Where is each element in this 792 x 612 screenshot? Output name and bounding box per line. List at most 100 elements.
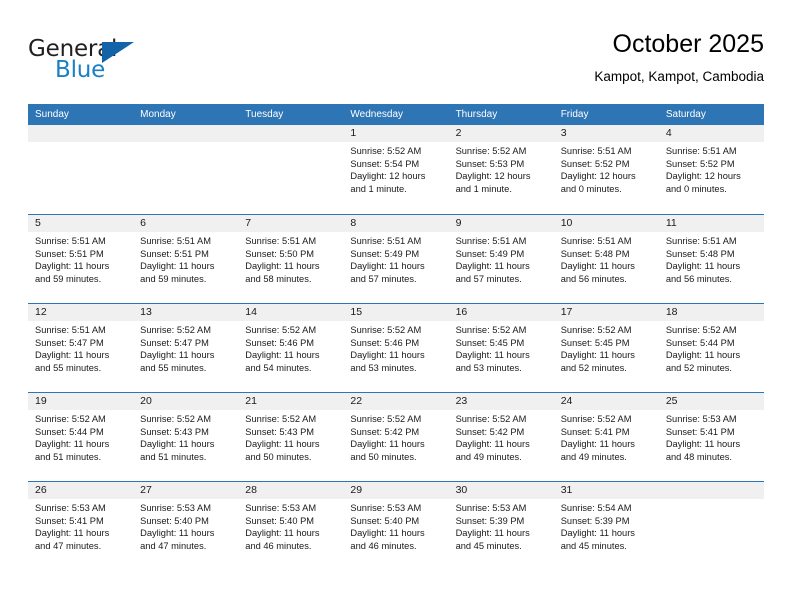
- day-cell-27[interactable]: 27 Sunrise: 5:53 AM Sunset: 5:40 PM Dayligh…: [133, 482, 239, 570]
- day-cell-9[interactable]: 9 Sunrise: 5:51 AM Sunset: 5:49 PM Daylight…: [448, 215, 554, 303]
- daylight-duration-line2: and 56 minutes.: [560, 273, 627, 284]
- daylight-duration-line2: and 55 minutes.: [35, 362, 102, 373]
- sunrise-time: Sunrise: 5:51 AM: [350, 236, 422, 246]
- sunrise-time: Sunrise: 5:52 AM: [350, 146, 422, 156]
- day-cell-29[interactable]: 29 Sunrise: 5:53 AM Sunset: 5:40 PM Dayligh…: [343, 482, 449, 570]
- day-number: 25: [658, 393, 764, 410]
- sunset-time: Sunset: 5:46 PM: [350, 337, 420, 348]
- day-sun-info: Sunrise: 5:53 AM Sunset: 5:41 PM Daylight:…: [659, 410, 764, 463]
- daylight-duration-line1: Daylight: 11 hours: [455, 528, 530, 539]
- day-number: 28: [238, 482, 344, 499]
- sunrise-time: Sunrise: 5:52 AM: [455, 146, 527, 156]
- daylight-duration-line1: Daylight: 11 hours: [560, 350, 635, 361]
- day-sun-info: Sunrise: 5:51 AM Sunset: 5:52 PM Daylight:…: [659, 142, 764, 195]
- day-cell-4[interactable]: 4 Sunrise: 5:51 AM Sunset: 5:52 PM Daylight…: [658, 125, 764, 214]
- day-sun-info: Sunrise: 5:52 AM Sunset: 5:47 PM Daylight:…: [133, 321, 238, 374]
- day-sun-info: Sunrise: 5:52 AM Sunset: 5:43 PM Daylight:…: [133, 410, 238, 463]
- sunset-time: Sunset: 5:39 PM: [560, 515, 630, 526]
- day-number: 8: [343, 215, 449, 232]
- sunrise-time: Sunrise: 5:53 AM: [665, 414, 737, 424]
- day-sun-info: Sunrise: 5:52 AM Sunset: 5:42 PM Daylight:…: [449, 410, 554, 463]
- day-cell-11[interactable]: 11 Sunrise: 5:51 AM Sunset: 5:48 PM Dayligh…: [658, 215, 764, 303]
- day-cell-15[interactable]: 15 Sunrise: 5:52 AM Sunset: 5:46 PM Dayligh…: [343, 304, 449, 392]
- day-cell-14[interactable]: 14 Sunrise: 5:52 AM Sunset: 5:46 PM Dayligh…: [238, 304, 344, 392]
- weekday-header-tuesday: Tuesday: [245, 109, 284, 120]
- day-cell-8[interactable]: 8 Sunrise: 5:51 AM Sunset: 5:49 PM Daylight…: [343, 215, 449, 303]
- day-sun-info: Sunrise: 5:51 AM Sunset: 5:49 PM Daylight:…: [449, 232, 554, 285]
- day-cell-1[interactable]: 1 Sunrise: 5:52 AM Sunset: 5:54 PM Daylight…: [343, 125, 449, 214]
- daylight-duration-line2: and 45 minutes.: [560, 540, 627, 551]
- daylight-duration-line1: Daylight: 11 hours: [560, 261, 635, 272]
- day-cell-17[interactable]: 17 Sunrise: 5:52 AM Sunset: 5:45 PM Dayligh…: [553, 304, 659, 392]
- daylight-duration-line2: and 54 minutes.: [245, 362, 312, 373]
- day-cell-empty: [133, 125, 239, 214]
- daylight-duration-line2: and 49 minutes.: [455, 451, 522, 462]
- weekday-header-sunday: Sunday: [35, 109, 69, 120]
- day-cell-31[interactable]: 31 Sunrise: 5:54 AM Sunset: 5:39 PM Dayligh…: [553, 482, 659, 570]
- sunset-time: Sunset: 5:40 PM: [350, 515, 420, 526]
- weekday-header-monday: Monday: [140, 109, 176, 120]
- sunrise-time: Sunrise: 5:52 AM: [35, 414, 106, 424]
- day-cell-12[interactable]: 12 Sunrise: 5:51 AM Sunset: 5:47 PM Dayligh…: [28, 304, 134, 392]
- day-cell-23[interactable]: 23 Sunrise: 5:52 AM Sunset: 5:42 PM Dayligh…: [448, 393, 554, 481]
- day-number: [28, 125, 134, 142]
- daylight-duration-line1: Daylight: 11 hours: [245, 350, 320, 361]
- day-number: [658, 482, 764, 499]
- daylight-duration-line1: Daylight: 11 hours: [350, 350, 425, 361]
- calendar-week-row: 19 Sunrise: 5:52 AM Sunset: 5:44 PM Dayligh…: [28, 392, 764, 481]
- sunrise-time: Sunrise: 5:52 AM: [350, 414, 422, 424]
- daylight-duration-line1: Daylight: 11 hours: [350, 528, 425, 539]
- day-sun-info: Sunrise: 5:52 AM Sunset: 5:43 PM Daylight:…: [238, 410, 343, 463]
- location-subtitle: Kampot, Kampot, Cambodia: [594, 69, 764, 84]
- day-number: 20: [133, 393, 239, 410]
- day-number: 13: [133, 304, 239, 321]
- day-cell-16[interactable]: 16 Sunrise: 5:52 AM Sunset: 5:45 PM Dayligh…: [448, 304, 554, 392]
- sunset-time: Sunset: 5:44 PM: [665, 337, 735, 348]
- day-number: 29: [343, 482, 449, 499]
- sunset-time: Sunset: 5:41 PM: [35, 515, 104, 526]
- daylight-duration-line2: and 50 minutes.: [350, 451, 417, 462]
- daylight-duration-line1: Daylight: 11 hours: [245, 439, 320, 450]
- sunset-time: Sunset: 5:40 PM: [245, 515, 315, 526]
- day-cell-5[interactable]: 5 Sunrise: 5:51 AM Sunset: 5:51 PM Daylight…: [28, 215, 134, 303]
- day-cell-22[interactable]: 22 Sunrise: 5:52 AM Sunset: 5:42 PM Dayligh…: [343, 393, 449, 481]
- day-number: 15: [343, 304, 449, 321]
- day-cell-30[interactable]: 30 Sunrise: 5:53 AM Sunset: 5:39 PM Dayligh…: [448, 482, 554, 570]
- daylight-duration-line2: and 52 minutes.: [560, 362, 627, 373]
- day-number: 2: [448, 125, 554, 142]
- daylight-duration-line2: and 53 minutes.: [350, 362, 417, 373]
- day-sun-info: Sunrise: 5:52 AM Sunset: 5:41 PM Daylight:…: [554, 410, 659, 463]
- sunrise-time: Sunrise: 5:53 AM: [140, 503, 211, 513]
- generalblue-logo[interactable]: General Blue: [28, 36, 148, 88]
- day-cell-21[interactable]: 21 Sunrise: 5:52 AM Sunset: 5:43 PM Dayligh…: [238, 393, 344, 481]
- page-title: October 2025: [612, 30, 765, 58]
- sunrise-time: Sunrise: 5:54 AM: [560, 503, 632, 513]
- day-cell-7[interactable]: 7 Sunrise: 5:51 AM Sunset: 5:50 PM Daylight…: [238, 215, 344, 303]
- day-cell-26[interactable]: 26 Sunrise: 5:53 AM Sunset: 5:41 PM Dayligh…: [28, 482, 134, 570]
- daylight-duration-line2: and 57 minutes.: [455, 273, 522, 284]
- day-cell-13[interactable]: 13 Sunrise: 5:52 AM Sunset: 5:47 PM Dayligh…: [133, 304, 239, 392]
- daylight-duration-line2: and 51 minutes.: [140, 451, 207, 462]
- calendar-weeks: 1 Sunrise: 5:52 AM Sunset: 5:54 PM Daylight…: [28, 125, 764, 570]
- day-cell-24[interactable]: 24 Sunrise: 5:52 AM Sunset: 5:41 PM Dayligh…: [553, 393, 659, 481]
- sunset-time: Sunset: 5:49 PM: [455, 248, 525, 259]
- sunrise-time: Sunrise: 5:51 AM: [35, 325, 106, 335]
- daylight-duration-line2: and 59 minutes.: [140, 273, 207, 284]
- sunrise-time: Sunrise: 5:51 AM: [35, 236, 106, 246]
- calendar-week-row: 12 Sunrise: 5:51 AM Sunset: 5:47 PM Dayligh…: [28, 303, 764, 392]
- day-cell-20[interactable]: 20 Sunrise: 5:52 AM Sunset: 5:43 PM Dayligh…: [133, 393, 239, 481]
- day-cell-19[interactable]: 19 Sunrise: 5:52 AM Sunset: 5:44 PM Dayligh…: [28, 393, 134, 481]
- sunrise-time: Sunrise: 5:51 AM: [140, 236, 211, 246]
- day-cell-28[interactable]: 28 Sunrise: 5:53 AM Sunset: 5:40 PM Dayligh…: [238, 482, 344, 570]
- day-cell-6[interactable]: 6 Sunrise: 5:51 AM Sunset: 5:51 PM Daylight…: [133, 215, 239, 303]
- day-number: 9: [448, 215, 554, 232]
- weekday-header-friday: Friday: [560, 109, 589, 120]
- sunset-time: Sunset: 5:54 PM: [350, 158, 420, 169]
- day-cell-3[interactable]: 3 Sunrise: 5:51 AM Sunset: 5:52 PM Daylight…: [553, 125, 659, 214]
- sunset-time: Sunset: 5:42 PM: [455, 426, 525, 437]
- day-cell-18[interactable]: 18 Sunrise: 5:52 AM Sunset: 5:44 PM Dayligh…: [658, 304, 764, 392]
- sunrise-time: Sunrise: 5:53 AM: [350, 503, 422, 513]
- day-cell-25[interactable]: 25 Sunrise: 5:53 AM Sunset: 5:41 PM Dayligh…: [658, 393, 764, 481]
- day-cell-10[interactable]: 10 Sunrise: 5:51 AM Sunset: 5:48 PM Dayligh…: [553, 215, 659, 303]
- day-cell-2[interactable]: 2 Sunrise: 5:52 AM Sunset: 5:53 PM Daylight…: [448, 125, 554, 214]
